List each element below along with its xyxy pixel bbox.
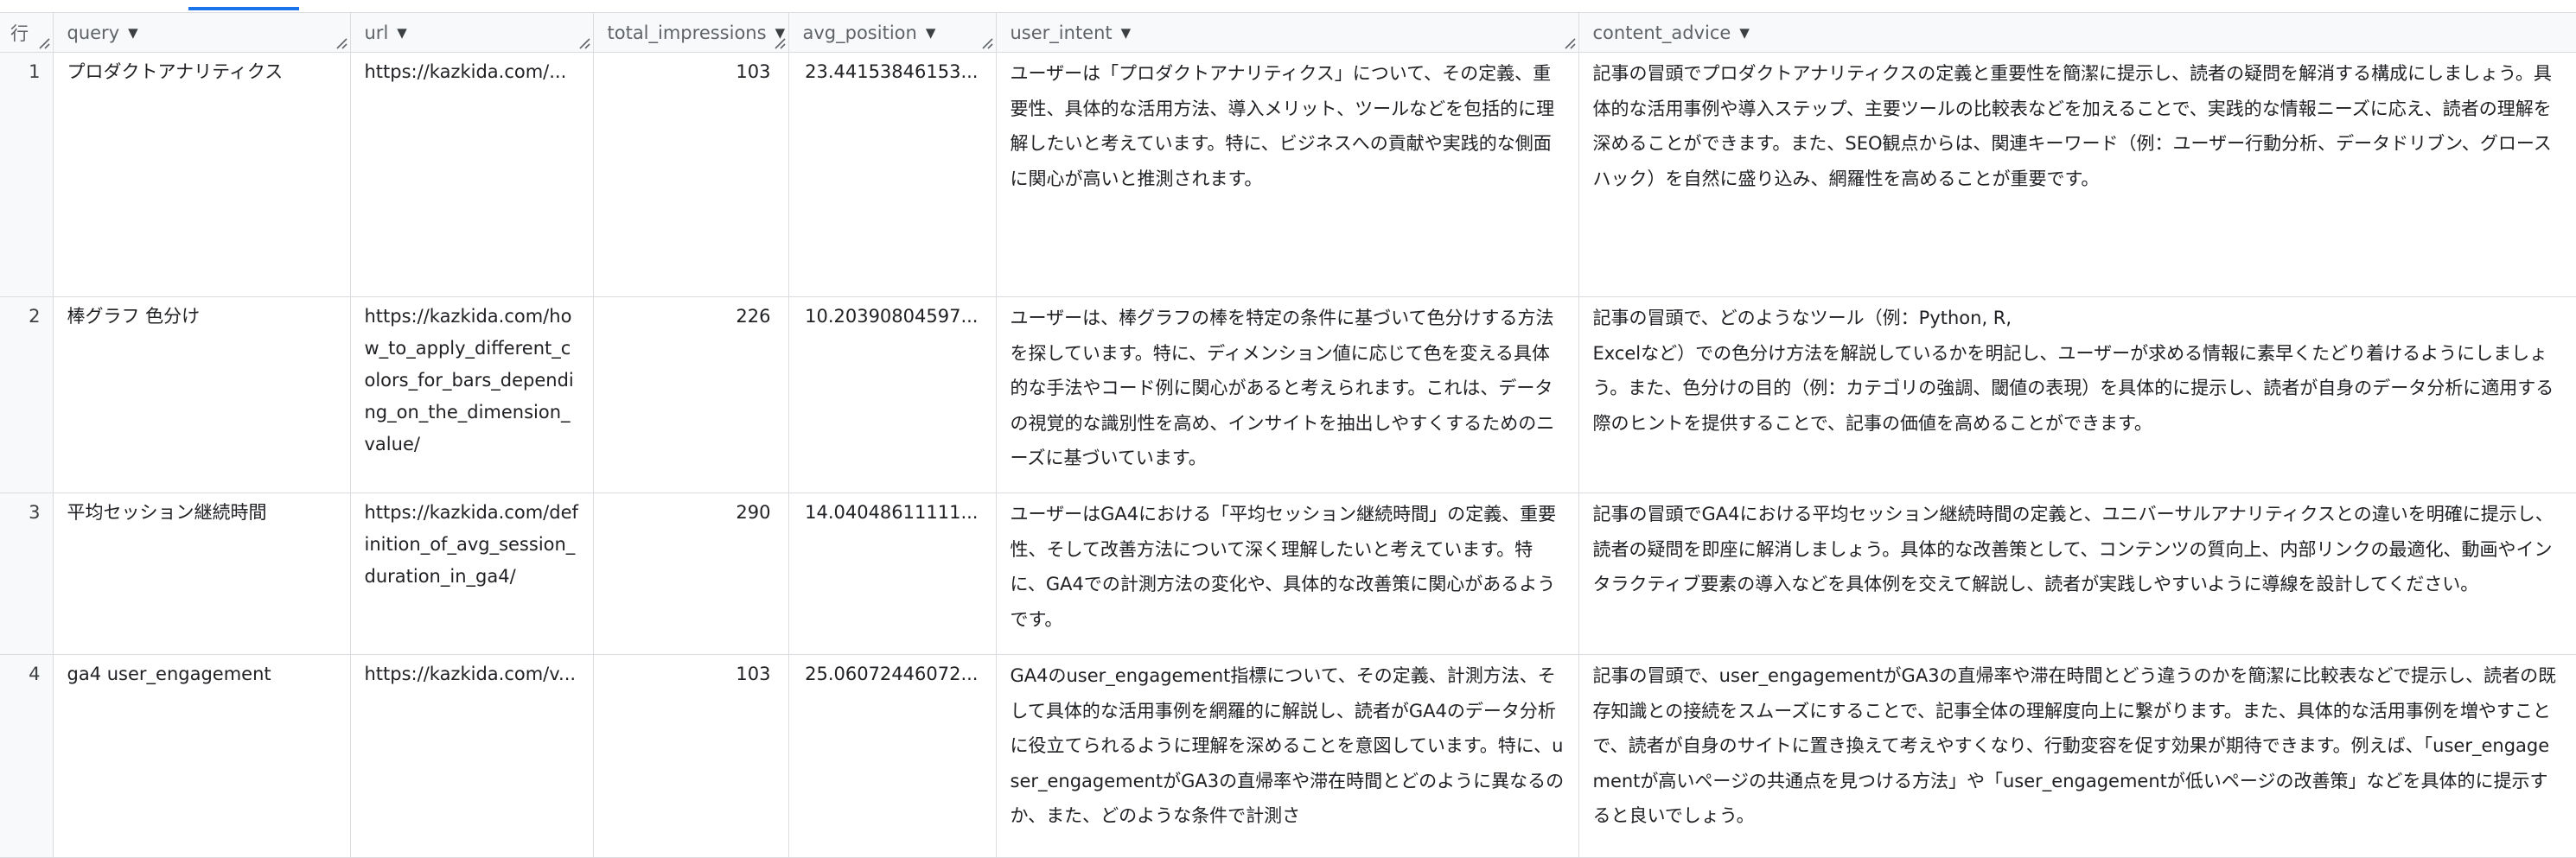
content-advice-cell[interactable]: 記事の冒頭でGA4における平均セッション継続時間の定義と、ユニバーサルアナリティ… (1578, 493, 2576, 655)
sort-dropdown-icon[interactable]: ▼ (1121, 25, 1132, 41)
user-intent-cell[interactable]: ユーザーは、棒グラフの棒を特定の条件に基づいて色分けする方法を探しています。特に… (996, 296, 1579, 493)
column-header-total-impressions[interactable]: total_impressions ▼ (593, 12, 789, 53)
results-table: 行 query ▼ url ▼ total_impressions ▼ avg_pos… (0, 12, 2576, 858)
url-cell[interactable]: https://kazkida.com/definition_of_avg_se… (350, 493, 594, 655)
column-resize-handle-icon[interactable] (774, 37, 786, 49)
table-row: 4 ga4 user_engagement https://kazkida.co… (0, 654, 2576, 858)
column-header-label: avg_position (802, 22, 917, 43)
avg-position-cell[interactable]: 10.20390804597... (788, 296, 997, 493)
column-header-label: 行 (10, 22, 29, 44)
content-advice-cell[interactable]: 記事の冒頭でプロダクトアナリティクスの定義と重要性を簡潔に提示し、読者の疑問を解… (1578, 52, 2576, 297)
user-intent-cell[interactable]: GA4のuser_engagement指標について、その定義、計測方法、そして具… (996, 654, 1579, 858)
column-header-user-intent[interactable]: user_intent ▼ (996, 12, 1579, 53)
row-number-cell: 1 (0, 52, 54, 297)
column-header-label: user_intent (1010, 22, 1113, 43)
row-number-cell: 3 (0, 493, 54, 655)
row-number-cell: 2 (0, 296, 54, 493)
column-header-row-number: 行 (0, 12, 54, 53)
total-impressions-cell[interactable]: 290 (593, 493, 789, 655)
content-advice-cell[interactable]: 記事の冒頭で、どのようなツール（例：Python, R, Excelなど）での色分… (1578, 296, 2576, 493)
total-impressions-cell[interactable]: 103 (593, 52, 789, 297)
column-header-label: url (364, 22, 389, 43)
column-resize-handle-icon[interactable] (38, 37, 50, 49)
tab-bar (0, 0, 2576, 12)
column-header-avg-position[interactable]: avg_position ▼ (788, 12, 997, 53)
url-cell[interactable]: https://kazkida.com/v... (350, 654, 594, 858)
column-header-label: query (67, 22, 120, 43)
query-cell[interactable]: 平均セッション継続時間 (53, 493, 351, 655)
sort-dropdown-icon[interactable]: ▼ (1739, 25, 1750, 41)
avg-position-cell[interactable]: 25.06072446072... (788, 654, 997, 858)
column-header-url[interactable]: url ▼ (350, 12, 594, 53)
url-cell[interactable]: https://kazkida.com/how_to_apply_differe… (350, 296, 594, 493)
column-header-label: content_advice (1592, 22, 1731, 43)
row-number-cell: 4 (0, 654, 54, 858)
query-cell[interactable]: プロダクトアナリティクス (53, 52, 351, 297)
column-resize-handle-icon[interactable] (578, 37, 590, 49)
user-intent-cell[interactable]: ユーザーはGA4における「平均セッション継続時間」の定義、重要性、そして改善方法… (996, 493, 1579, 655)
header-row: 行 query ▼ url ▼ total_impressions ▼ avg_pos… (0, 12, 2576, 53)
content-advice-cell[interactable]: 記事の冒頭で、user_engagementがGA3の直帰率や滞在時間とどう違う… (1578, 654, 2576, 858)
sort-dropdown-icon[interactable]: ▼ (397, 25, 407, 41)
query-cell[interactable]: 棒グラフ 色分け (53, 296, 351, 493)
table-row: 3 平均セッション継続時間 https://kazkida.com/defini… (0, 493, 2576, 655)
column-header-query[interactable]: query ▼ (53, 12, 351, 53)
column-resize-handle-icon[interactable] (335, 37, 348, 49)
column-header-content-advice[interactable]: content_advice ▼ (1578, 12, 2576, 53)
url-cell[interactable]: https://kazkida.com/... (350, 52, 594, 297)
column-header-label: total_impressions (607, 22, 767, 43)
content-advice-line: Excelなど）での色分け方法を解説しているかを明記し、ユーザーが求める情報に素… (1592, 342, 2554, 434)
total-impressions-cell[interactable]: 226 (593, 296, 789, 493)
avg-position-cell[interactable]: 14.04048611111... (788, 493, 997, 655)
column-resize-handle-icon[interactable] (981, 37, 993, 49)
active-tab-indicator (188, 7, 299, 10)
table-row: 2 棒グラフ 色分け https://kazkida.com/how_to_ap… (0, 296, 2576, 493)
avg-position-cell[interactable]: 23.44153846153... (788, 52, 997, 297)
column-resize-handle-icon[interactable] (1564, 37, 1576, 49)
table-row: 1 プロダクトアナリティクス https://kazkida.com/... 1… (0, 52, 2576, 297)
content-advice-line: 記事の冒頭で、どのようなツール（例：Python, R, (1592, 308, 2012, 328)
user-intent-cell[interactable]: ユーザーは「プロダクトアナリティクス」について、その定義、重要性、具体的な活用方… (996, 52, 1579, 297)
query-cell[interactable]: ga4 user_engagement (53, 654, 351, 858)
total-impressions-cell[interactable]: 103 (593, 654, 789, 858)
sort-dropdown-icon[interactable]: ▼ (926, 25, 936, 41)
sort-dropdown-icon[interactable]: ▼ (128, 25, 138, 41)
